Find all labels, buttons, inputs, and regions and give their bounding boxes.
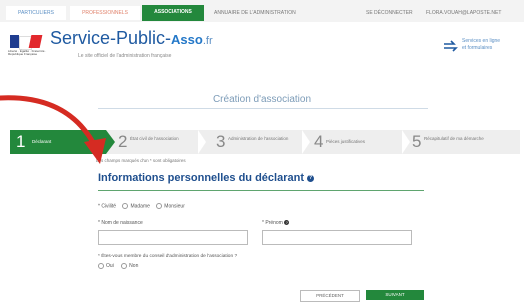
section-title: Informations personnelles du déclarant ? <box>98 172 315 184</box>
oui-label: Oui <box>106 263 114 270</box>
top-navigation: Particuliers Professionnels Associations… <box>0 0 524 22</box>
swap-arrows-icon <box>444 40 458 52</box>
radio-madame[interactable]: Madame <box>122 203 150 210</box>
marianne-logo[interactable]: Liberté · Égalité · Fraternité · Républi… <box>8 33 46 57</box>
step-5[interactable]: 5 Récapitulatif de ma démarche <box>412 130 512 154</box>
radio-circle-icon <box>98 263 104 269</box>
site-brand[interactable]: Service-Public-Asso.fr <box>50 28 213 49</box>
non-label: Non <box>129 263 139 270</box>
step-4[interactable]: 4 Pièces justificatives <box>314 130 404 154</box>
services-line2: et formulaires <box>462 45 493 51</box>
civilite-group: * Civilité Madame Monsieur <box>98 203 185 209</box>
radio-circle-icon <box>121 263 128 269</box>
step-separator <box>198 130 206 154</box>
monsieur-label: Monsieur <box>164 203 185 210</box>
services-line1: Services en ligne <box>462 38 501 44</box>
madame-label: Madame <box>130 203 150 210</box>
step-3-label: Administration de l'association <box>228 136 289 141</box>
step-4-label: Pièces justificatives <box>326 139 366 144</box>
site-header: Liberté · Égalité · Fraternité · Républi… <box>0 22 524 72</box>
tab-particuliers[interactable]: Particuliers <box>6 6 66 20</box>
user-email[interactable]: flora.vouah@laposte.net <box>426 10 501 16</box>
step-separator <box>302 130 310 154</box>
step-separator <box>402 130 410 154</box>
step-4-number: 4 <box>314 132 324 151</box>
prenom-label-group: * Prénom ? <box>262 220 290 226</box>
title-divider <box>98 108 428 109</box>
tab-associations[interactable]: Associations <box>142 5 204 21</box>
step-2[interactable]: 2 État civil de l'association <box>116 130 208 154</box>
logo-caption: Liberté · Égalité · Fraternité · Républi… <box>8 49 47 56</box>
info-icon[interactable]: ? <box>284 220 290 225</box>
prenom-label: * Prénom <box>262 220 283 226</box>
section-divider <box>98 190 424 191</box>
site-subtitle: Le site officiel de l'administration fra… <box>78 53 172 59</box>
logo-blue-band <box>10 35 19 48</box>
radio-oui[interactable]: Oui <box>98 263 114 269</box>
step-2-label: État civil de l'association <box>130 136 179 141</box>
nom-label: * Nom de naissance <box>98 220 143 226</box>
logo-red-band <box>28 35 43 48</box>
step-3[interactable]: 3 Administration de l'association <box>216 130 308 154</box>
previous-button[interactable]: Précédent <box>300 290 360 302</box>
section-title-text: Informations personnelles du déclarant <box>98 172 304 184</box>
prenom-input[interactable] <box>262 230 412 245</box>
radio-monsieur[interactable]: Monsieur <box>156 203 185 209</box>
radio-circle-icon <box>156 203 163 209</box>
annotation-arrow-icon <box>0 95 106 164</box>
step-3-number: 3 <box>216 132 226 151</box>
conseil-question: * Êtes-vous membre du conseil d'administ… <box>98 254 238 259</box>
annuaire-link[interactable]: Annuaire de l'administration <box>214 10 296 16</box>
brand-main: Service-Public- <box>50 28 172 48</box>
radio-non[interactable]: Non <box>121 263 138 269</box>
next-button[interactable]: Suivant <box>366 290 424 300</box>
logout-link[interactable]: Se déconnecter <box>366 10 413 16</box>
info-icon[interactable]: ? <box>307 174 315 182</box>
nom-input[interactable] <box>98 230 248 245</box>
civilite-label: * Civilité <box>98 203 117 210</box>
services-link[interactable]: Services en ligne et formulaires <box>442 36 522 56</box>
radio-circle-icon <box>122 203 129 209</box>
conseil-radio-group: Oui Non <box>98 263 144 269</box>
brand-fr: .fr <box>202 35 213 47</box>
step-5-number: 5 <box>412 132 422 151</box>
brand-asso: Asso <box>171 32 203 47</box>
step-5-label: Récapitulatif de ma démarche <box>424 136 484 141</box>
tab-professionnels[interactable]: Professionnels <box>70 6 140 20</box>
